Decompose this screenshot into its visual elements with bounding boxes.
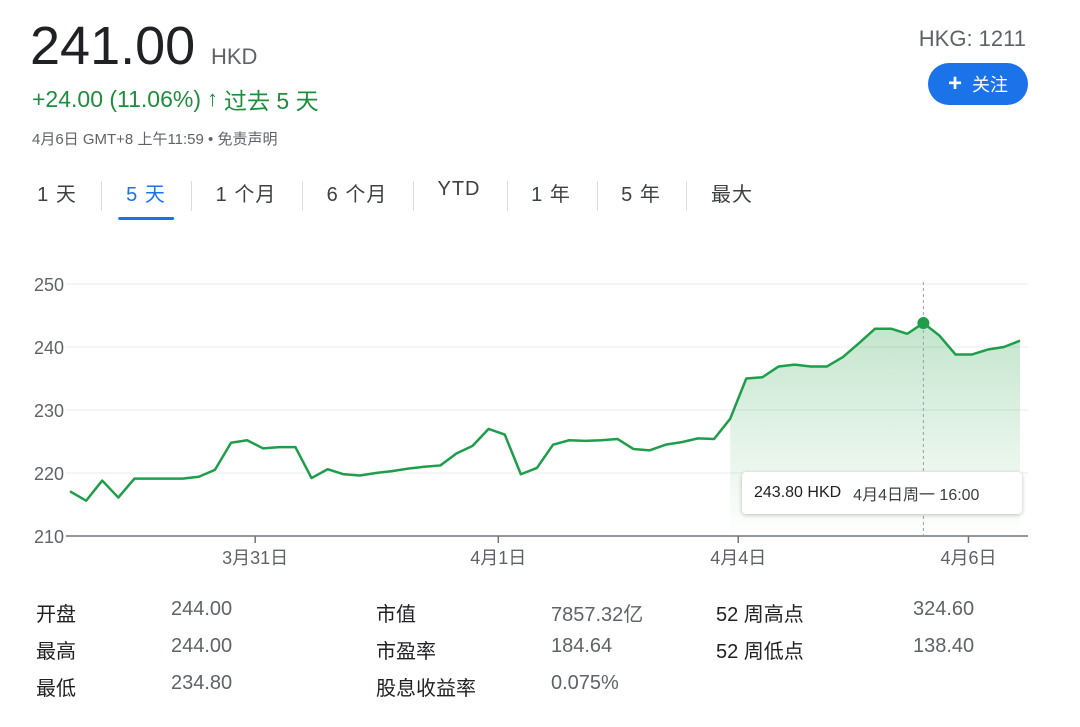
chart-tooltip: 243.80 HKD 4月4日周一 16:00 xyxy=(742,472,1022,514)
stat-label-dividend-yield: 股息收益率 xyxy=(376,678,476,700)
currency-label: HKD xyxy=(211,44,258,69)
tab-divider xyxy=(413,181,414,211)
tab-divider xyxy=(597,181,598,211)
timestamp-disclaimer: 4月6日 GMT+8 上午11:59 • 免责声明 xyxy=(32,131,278,148)
tab-1d[interactable]: 1 天 xyxy=(37,178,77,218)
tab-6m[interactable]: 6 个月 xyxy=(327,178,388,218)
stat-label-market-cap: 市值 xyxy=(376,604,416,626)
stat-label-high: 最高 xyxy=(36,641,76,663)
stat-value-pe: 184.64 xyxy=(551,635,613,657)
stat-label-open: 开盘 xyxy=(36,604,76,626)
stat-label-low: 最低 xyxy=(36,678,76,700)
tooltip-price: 243.80 HKD xyxy=(754,484,842,501)
stat-value-market-cap: 7857.32亿 xyxy=(551,604,644,626)
current-price: 241.00 xyxy=(30,16,196,76)
stat-label-pe: 市盈率 xyxy=(376,641,436,663)
tab-5d[interactable]: 5 天 xyxy=(118,178,174,220)
plus-icon: + xyxy=(947,70,962,97)
y-tick-label: 250 xyxy=(34,275,64,295)
stat-value-high: 244.00 xyxy=(171,635,233,657)
hover-point xyxy=(917,317,930,330)
tab-5y[interactable]: 5 年 xyxy=(621,178,661,218)
tab-divider xyxy=(191,181,192,211)
tab-ytd[interactable]: YTD xyxy=(438,178,481,218)
stat-value-open: 244.00 xyxy=(171,598,233,620)
stat-value-52w-low: 138.40 xyxy=(913,635,975,657)
range-tabs: 1 天 5 天 1 个月 6 个月 YTD 1 年 5 年 最大 xyxy=(0,178,800,220)
tab-1y[interactable]: 1 年 xyxy=(531,178,571,218)
tab-1m[interactable]: 1 个月 xyxy=(216,178,277,218)
arrow-up-icon: ↑ xyxy=(207,86,218,111)
follow-label: 关注 xyxy=(972,75,1008,95)
x-tick-label: 4月1日 xyxy=(470,548,526,568)
stat-value-52w-high: 324.60 xyxy=(913,598,975,620)
y-tick-label: 230 xyxy=(34,401,64,421)
stat-label-52w-low: 52 周低点 xyxy=(716,641,804,663)
price-change: +24.00 (11.06%) ↑ 过去 5 天 xyxy=(32,82,319,116)
y-tick-label: 220 xyxy=(34,464,64,484)
stat-value-low: 234.80 xyxy=(171,672,233,694)
tab-divider xyxy=(101,181,102,211)
tab-max[interactable]: 最大 xyxy=(711,178,753,218)
tab-divider xyxy=(507,181,508,211)
y-tick-label: 240 xyxy=(34,338,64,358)
change-period: 过去 5 天 xyxy=(224,88,319,114)
x-tick-label: 4月4日 xyxy=(710,548,766,568)
stat-value-dividend-yield: 0.075% xyxy=(551,672,619,694)
tab-divider xyxy=(686,181,687,211)
tab-divider xyxy=(302,181,303,211)
x-tick-label: 4月6日 xyxy=(940,548,996,568)
price-chart[interactable]: 210 220 230 240 250 3月31日 4月1日 4月4日 4月6日 xyxy=(0,250,1080,580)
ticker-symbol: HKG: 1211 xyxy=(918,26,1026,51)
change-value: +24.00 (11.06%) xyxy=(32,85,201,112)
follow-button[interactable]: + 关注 xyxy=(928,63,1028,105)
x-tick-label: 3月31日 xyxy=(222,548,288,568)
tooltip-time: 4月4日周一 16:00 xyxy=(853,487,980,504)
stat-label-52w-high: 52 周高点 xyxy=(716,604,804,626)
y-tick-label: 210 xyxy=(34,527,64,547)
